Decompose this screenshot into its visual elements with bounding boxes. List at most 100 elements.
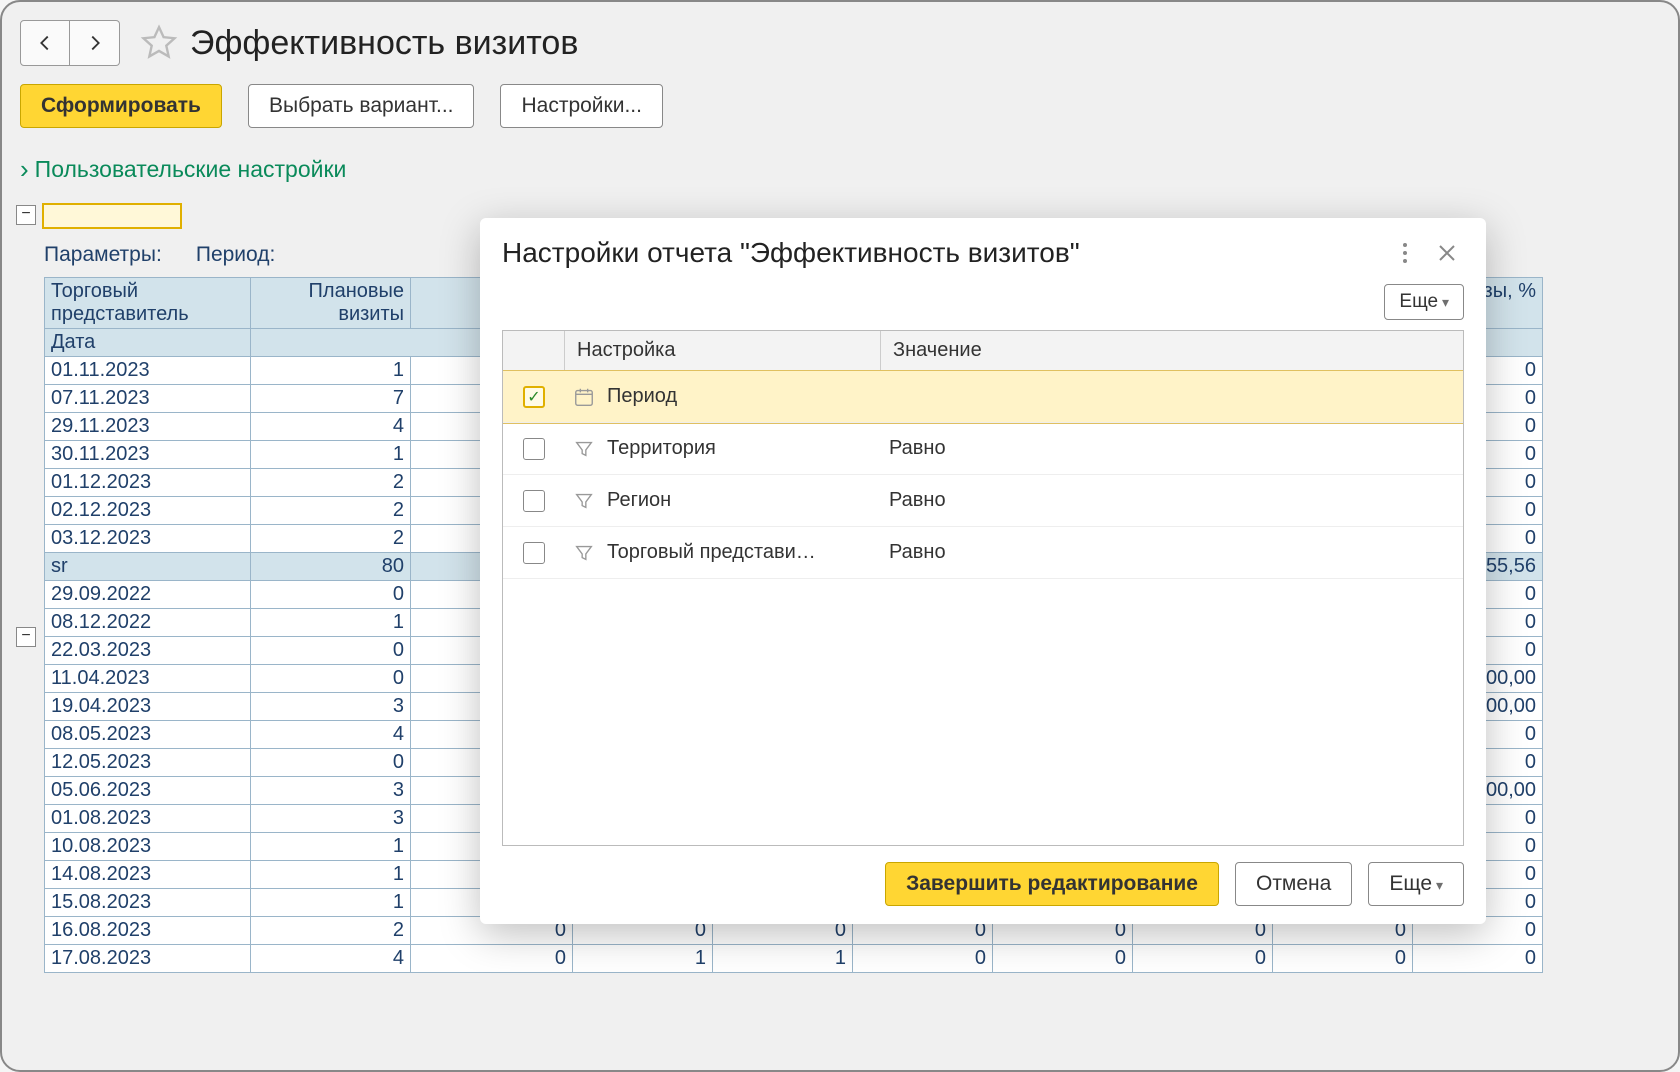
cell: 3 [251,693,411,721]
cell: 05.06.2023 [45,777,251,805]
close-icon [1438,244,1456,262]
dialog-more-button[interactable]: Еще [1384,284,1464,320]
settings-row[interactable]: Регион Равно [503,475,1463,527]
dialog-title: Настройки отчета "Эффективность визитов" [502,237,1380,269]
cell: 1 [251,861,411,889]
page-title: Эффективность визитов [190,24,578,63]
settings-button[interactable]: Настройки... [500,84,662,128]
cell: 1 [251,889,411,917]
cell: 4 [251,721,411,749]
cell: 0 [853,945,993,973]
col-plan-visits: Плановыевизиты [251,278,411,329]
table-row[interactable]: 17.08.2023401100000 [45,945,1543,973]
user-settings-expander[interactable]: Пользовательские настройки [16,148,1664,203]
tree-collapse-group-button[interactable]: − [16,627,36,647]
cell: 17.08.2023 [45,945,251,973]
col-rep: Торговыйпредставитель [45,278,251,329]
cell: 0 [251,665,411,693]
row-name-cell: Регион [565,488,881,514]
cell: 2 [251,497,411,525]
cell: 1 [251,441,411,469]
cell: 4 [251,413,411,441]
row-checkbox[interactable] [523,490,545,512]
favorite-star-icon[interactable] [140,24,178,62]
cell: 1 [251,609,411,637]
row-value-cell[interactable]: Равно [881,541,1463,564]
row-name: Торговый представи… [607,541,816,564]
finish-editing-button[interactable]: Завершить редактирование [885,862,1219,906]
row-checkbox[interactable] [523,542,545,564]
cell: 01.08.2023 [45,805,251,833]
cell: 14.08.2023 [45,861,251,889]
row-name-cell: Период [565,384,881,410]
row-value-cell[interactable]: Равно [881,489,1463,512]
settings-row[interactable]: Территория Равно [503,423,1463,475]
cell: 12.05.2023 [45,749,251,777]
tree-collapse-button[interactable]: − [16,205,36,225]
row-checkbox[interactable]: ✓ [523,386,545,408]
selected-cell[interactable] [42,203,182,229]
user-settings-label: Пользовательские настройки [35,156,347,183]
cell: 07.11.2023 [45,385,251,413]
row-checkbox[interactable] [523,438,545,460]
generate-button[interactable]: Сформировать [20,84,222,128]
settings-row[interactable]: Торговый представи… Равно [503,527,1463,579]
cell: 0 [251,581,411,609]
cell: 19.04.2023 [45,693,251,721]
cell: 15.08.2023 [45,889,251,917]
cell: 11.04.2023 [45,665,251,693]
grid-col-value: Значение [881,331,1463,370]
nav-forward-button[interactable] [70,20,120,66]
cell: 4 [251,945,411,973]
row-name: Регион [607,489,671,512]
dialog-header: Настройки отчета "Эффективность визитов" [502,236,1464,284]
cell: 2 [251,469,411,497]
cell: 1 [251,833,411,861]
cell: 80 [251,553,411,581]
cell: 01.11.2023 [45,357,251,385]
row-name-cell: Торговый представи… [565,540,881,566]
cell: 0 [1413,945,1543,973]
row-value-cell[interactable]: Равно [881,437,1463,460]
row-name-cell: Территория [565,436,881,462]
row-name: Период [607,385,677,408]
cell: 0 [251,637,411,665]
dialog-footer: Завершить редактирование Отмена Еще [502,846,1464,906]
cell: 2 [251,917,411,945]
cell: 0 [1133,945,1273,973]
cell: 08.12.2022 [45,609,251,637]
grid-header: Настройка Значение [503,331,1463,371]
dialog-footer-more-button[interactable]: Еще [1368,862,1464,906]
cell: 1 [251,357,411,385]
cell: 1 [713,945,853,973]
arrow-right-icon [84,32,106,54]
toolbar: Сформировать Выбрать вариант... Настройк… [16,84,1664,148]
cell: 29.11.2023 [45,413,251,441]
grid-col-check [503,331,565,370]
cancel-button[interactable]: Отмена [1235,862,1352,906]
settings-row[interactable]: ✓ Период [503,371,1463,423]
cell: 30.11.2023 [45,441,251,469]
cell: 0 [411,945,573,973]
row-checkbox-cell [503,542,565,564]
dialog-menu-button[interactable] [1388,236,1422,270]
dialog-close-button[interactable] [1430,236,1464,270]
period-label: Период: [196,243,276,266]
cell: 0 [993,945,1133,973]
row-checkbox-cell: ✓ [503,386,565,408]
cell: 7 [251,385,411,413]
choose-variant-button[interactable]: Выбрать вариант... [248,84,475,128]
row-checkbox-cell [503,490,565,512]
cell: 08.05.2023 [45,721,251,749]
cell: 02.12.2023 [45,497,251,525]
cell: 3 [251,777,411,805]
header: Эффективность визитов [16,12,1664,84]
row-name: Территория [607,437,716,460]
cell: 0 [251,749,411,777]
filter-icon [571,488,597,514]
grid-col-setting: Настройка [565,331,881,370]
nav-back-button[interactable] [20,20,70,66]
kebab-icon [1402,242,1408,264]
cell: 2 [251,525,411,553]
filter-icon [571,540,597,566]
